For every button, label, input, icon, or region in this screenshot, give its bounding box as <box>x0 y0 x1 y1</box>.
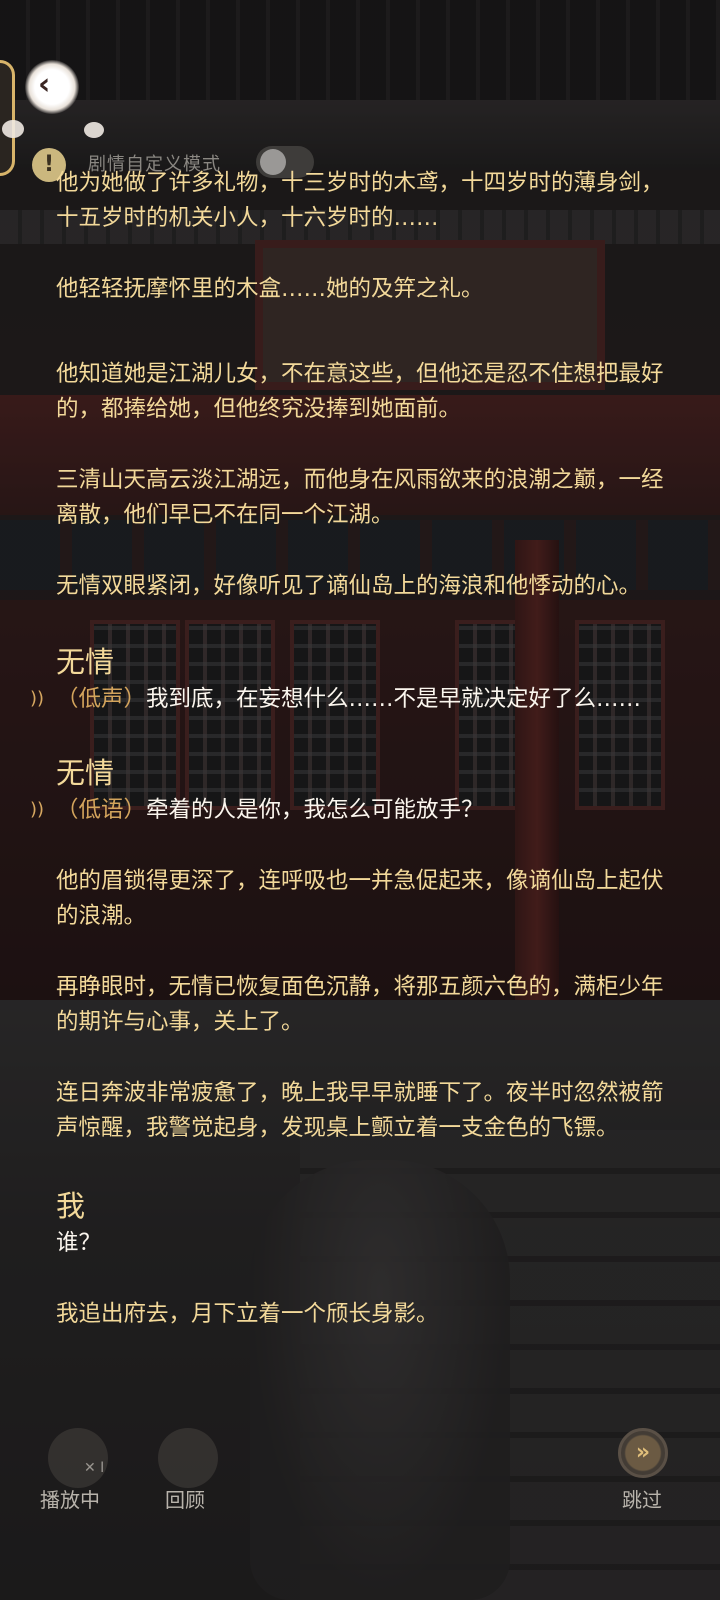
skip-label[interactable]: 跳过 <box>622 1484 662 1513</box>
voice-replay-icon[interactable]: )) <box>30 687 50 711</box>
back-button-frame[interactable] <box>0 60 15 176</box>
skip-forward-icon[interactable]: » <box>618 1428 668 1478</box>
dialogue-text: 牵着的人是你，我怎么可能放手？ <box>146 797 484 823</box>
dialogue-tone: （低声） <box>56 686 147 712</box>
dialogue-text: 我到底，在妄想什么……不是早就决定好了么…… <box>146 686 642 712</box>
narration-paragraph: 再睁眼时，无情已恢复面色沉静，将那五颜六色的，满柜少年的期许与心事，关上了。 <box>56 974 664 1035</box>
narration-paragraph: 他的眉锁得更深了，连呼吸也一并急促起来，像谪仙岛上起伏的浪潮。 <box>56 868 664 929</box>
speaker-name: 无情 <box>56 645 115 679</box>
auto-play-button[interactable] <box>48 1428 108 1488</box>
story-log[interactable]: 他为她做了许多礼物，十三岁时的木鸢，十四岁时的薄身剑，十五岁时的机关小人，十六岁… <box>30 166 676 1332</box>
narration-paragraph: 三清山天高云淡江湖远，而他身在风雨欲来的浪潮之巅，一经离散，他们早已不在同一个江… <box>56 467 664 528</box>
narration-paragraph: 他为她做了许多礼物，十三岁时的木鸢，十四岁时的薄身剑，十五岁时的机关小人，十六岁… <box>56 170 664 231</box>
review-label[interactable]: 回顾 <box>165 1484 205 1513</box>
chevron-left-icon: ‹ <box>38 67 51 102</box>
auto-play-label[interactable]: 播放中 <box>40 1484 100 1513</box>
play-icon: ✕ I <box>84 1460 105 1476</box>
narration-paragraph: 他知道她是江湖儿女，不在意这些，但他还是忍不住想把最好的，都捧给她，但他终究没捧… <box>56 361 664 422</box>
speaker-name: 我 <box>56 1189 86 1223</box>
narration-paragraph: 连日奔波非常疲惫了，晚上我早早就睡下了。夜半时忽然被箭声惊醒，我警觉起身，发现桌… <box>56 1080 664 1141</box>
review-button[interactable] <box>158 1428 218 1488</box>
dialogue-line: )) （低语）牵着的人是你，我怎么可能放手？ <box>30 793 676 828</box>
voice-replay-icon[interactable]: )) <box>30 798 50 822</box>
speaker-name: 无情 <box>56 756 115 790</box>
petal-decoration <box>84 122 104 138</box>
dialogue-line: )) （低声）我到底，在妄想什么……不是早就决定好了么…… <box>30 682 676 717</box>
narration-paragraph: 无情双眼紧闭，好像听见了谪仙岛上的海浪和他悸动的心。 <box>56 573 642 599</box>
back-button[interactable]: ‹ <box>25 60 79 114</box>
narration-paragraph: 我追出府去，月下立着一个颀长身影。 <box>56 1301 439 1327</box>
dialogue-text: 谁？ <box>56 1230 102 1256</box>
dialogue-tone: （低语） <box>56 797 147 823</box>
petal-decoration <box>2 120 24 138</box>
narration-paragraph: 他轻轻抚摩怀里的木盒……她的及笄之礼。 <box>56 276 484 302</box>
